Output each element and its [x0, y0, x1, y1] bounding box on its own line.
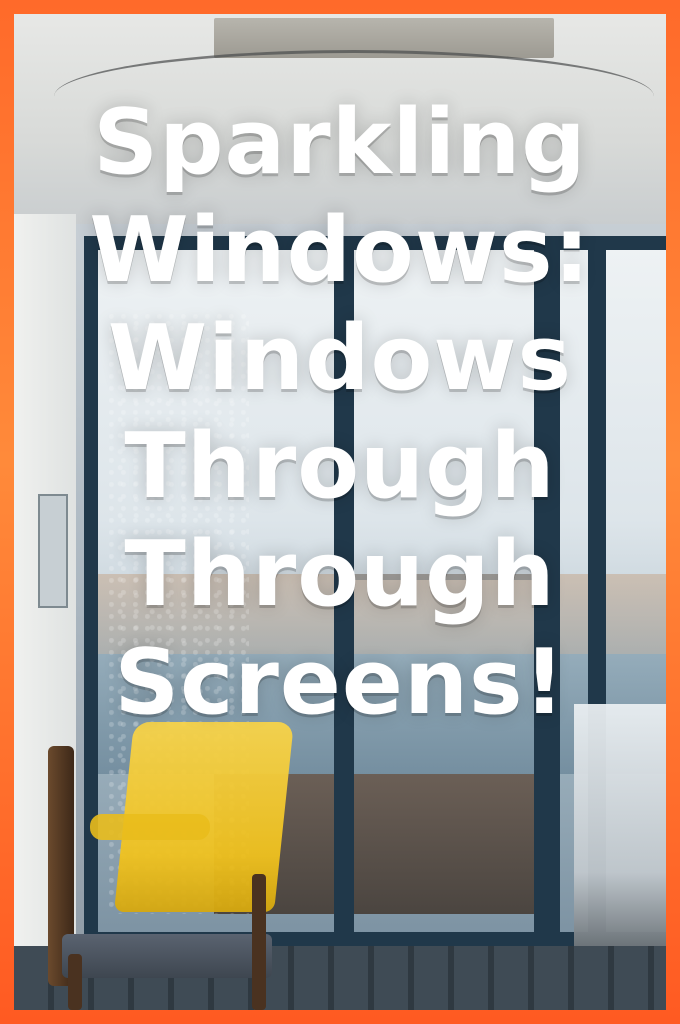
title-line-2: Windows:: [89, 198, 591, 303]
title-line-1: Sparkling: [93, 90, 587, 195]
wooden-chair-leg: [68, 954, 82, 1010]
orange-border-frame: Sparkling Windows: Windows Through Throu…: [0, 0, 680, 1024]
title-line-6: Screens!: [114, 630, 566, 735]
title-line-5: Through: [124, 522, 556, 627]
wooden-chair-leg: [252, 874, 266, 1010]
wooden-chair-seat: [62, 934, 272, 978]
yellow-chair-arm: [90, 814, 210, 840]
title-line-4: Through: [124, 414, 556, 519]
poster-title: Sparkling Windows: Windows Through Throu…: [20, 98, 660, 746]
title-line-3: Windows: [107, 306, 573, 411]
